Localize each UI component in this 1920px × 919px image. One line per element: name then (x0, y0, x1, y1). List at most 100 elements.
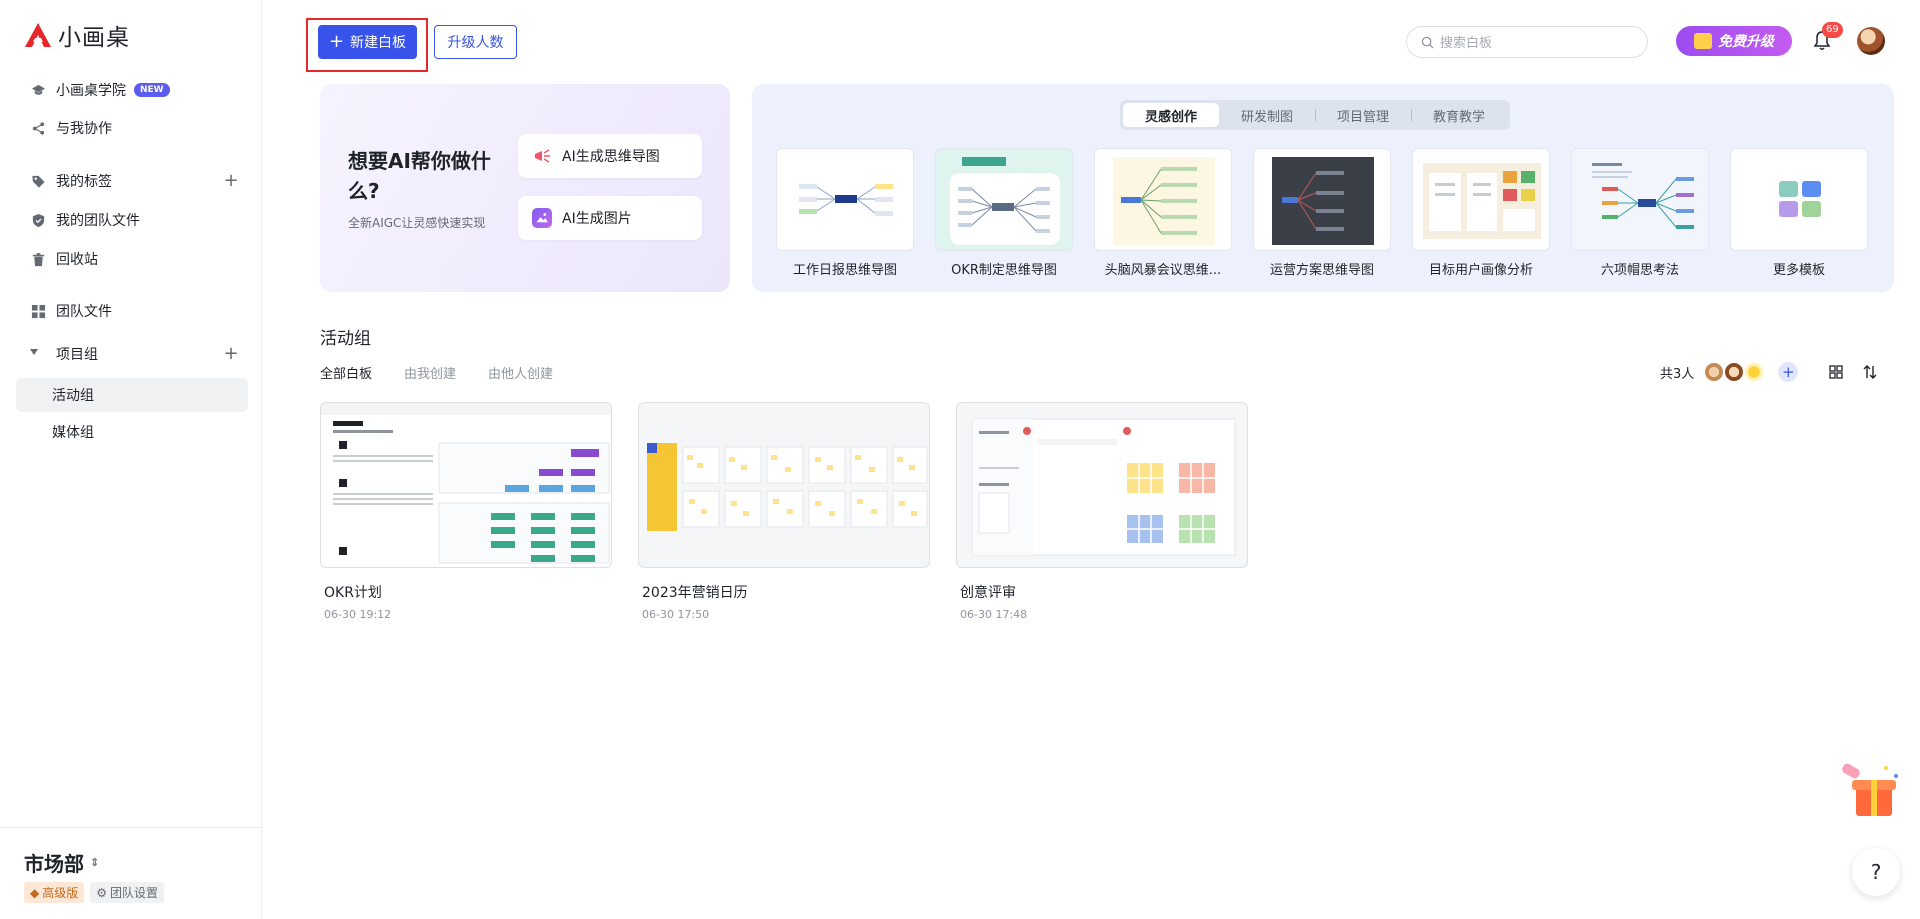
member-avatar[interactable] (1704, 362, 1725, 382)
search-box[interactable] (1406, 26, 1648, 58)
filter-created-by-others[interactable]: 由他人创建 (488, 363, 553, 382)
tab-education[interactable]: 教育教学 (1411, 103, 1507, 127)
board-card[interactable]: OKR计划 06-30 19:12 (320, 402, 612, 621)
new-board-button[interactable]: + 新建白板 (318, 25, 417, 59)
tag-icon (30, 173, 46, 189)
template-thumbnail (1412, 148, 1550, 251)
sidebar-item-project-group[interactable]: 项目组 + (16, 337, 248, 371)
template-label: 运营方案思维导图 (1269, 263, 1374, 278)
team-settings-button[interactable]: ⚙ 团队设置 (90, 882, 165, 903)
sidebar-item-team-files[interactable]: 团队文件 (16, 294, 248, 328)
logo-text: 小画桌 (58, 25, 130, 51)
template-label: OKR制定思维导图 (951, 263, 1057, 278)
template-label: 头脑风暴会议思维... (1104, 263, 1222, 278)
more-templates-icon (1779, 181, 1821, 217)
more-templates-card[interactable]: 更多模板 (1730, 148, 1868, 278)
ai-banner-title: 想要AI帮你做什么? (348, 149, 491, 203)
sidebar-item-shared[interactable]: 与我协作 (16, 111, 248, 145)
team-name[interactable]: 市场部 ⇕ (24, 848, 99, 877)
more-templates-thumbnail (1730, 148, 1868, 251)
board-date: 06-30 17:50 (642, 608, 710, 621)
filter-created-by-me[interactable]: 由我创建 (404, 363, 456, 382)
template-card[interactable]: 六项帽思考法 (1571, 148, 1709, 278)
sidebar-item-label: 我的团队文件 (56, 213, 140, 229)
board-name: 2023年营销日历 (642, 585, 748, 601)
sidebar: 小画桌 小画桌学院 NEW 与我协作 我的标签 + 我的团队文件 回收站 团队文… (0, 0, 262, 919)
caret-down-icon[interactable] (30, 349, 38, 355)
tab-rd-diagram[interactable]: 研发制图 (1219, 103, 1315, 127)
add-member-button[interactable]: + (1778, 362, 1799, 382)
board-thumbnail (320, 402, 612, 568)
board-card[interactable]: 2023年营销日历 06-30 17:50 (638, 402, 930, 621)
upgrade-seats-button[interactable]: 升级人数 (434, 25, 517, 59)
board-date: 06-30 19:12 (324, 608, 392, 621)
board-name: 创意评审 (960, 585, 1016, 601)
free-upgrade-label: 免费升级 (1718, 34, 1774, 50)
template-card[interactable]: 工作日报思维导图 (776, 148, 914, 278)
ai-image-button[interactable]: AI生成图片 (518, 196, 702, 240)
sidebar-item-trash[interactable]: 回收站 (16, 242, 248, 276)
sidebar-item-label: 回收站 (56, 252, 98, 268)
team-tags: ◆ 高级版 ⚙ 团队设置 (24, 882, 165, 903)
sidebar-item-tags[interactable]: 我的标签 + (16, 164, 248, 198)
team-switcher: 市场部 ⇕ ◆ 高级版 ⚙ 团队设置 (0, 827, 262, 919)
search-icon (1421, 36, 1434, 49)
template-card[interactable]: OKR制定思维导图 (935, 148, 1073, 278)
gift-box-icon[interactable] (1836, 762, 1906, 822)
image-icon (532, 208, 552, 228)
tab-inspiration[interactable]: 灵感创作 (1123, 103, 1220, 127)
template-label: 更多模板 (1772, 263, 1825, 278)
ai-image-label: AI生成图片 (562, 211, 632, 227)
gift-icon (1694, 33, 1712, 49)
ai-mindmap-button[interactable]: AI生成思维导图 (518, 134, 702, 178)
sidebar-item-team-files-mine[interactable]: 我的团队文件 (16, 203, 248, 237)
sidebar-item-label: 团队文件 (56, 304, 112, 320)
sidebar-item-activity-group[interactable]: 活动组 (16, 378, 248, 412)
free-upgrade-button[interactable]: 免费升级 (1676, 26, 1792, 56)
search-input[interactable] (1440, 34, 1620, 50)
diamond-icon: ◆ (30, 885, 40, 900)
board-thumbnail (956, 402, 1248, 568)
app-root: 小画桌 小画桌学院 NEW 与我协作 我的标签 + 我的团队文件 回收站 团队文… (0, 0, 1920, 919)
add-group-button[interactable]: + (222, 345, 240, 363)
sidebar-item-label: 活动组 (52, 388, 94, 404)
sidebar-item-label: 媒体组 (52, 425, 94, 441)
grid-view-icon[interactable] (1828, 364, 1844, 380)
template-panel: 灵感创作 研发制图 项目管理 教育教学 工作日报思维导图 OKR制定思维导图 头… (752, 84, 1894, 292)
template-card[interactable]: 目标用户画像分析 (1412, 148, 1550, 278)
gear-icon: ⚙ (96, 885, 108, 900)
ai-mindmap-label: AI生成思维导图 (562, 149, 660, 165)
template-thumbnail (1094, 148, 1232, 251)
sort-icon[interactable] (1862, 364, 1878, 380)
help-button[interactable]: ? (1852, 848, 1900, 896)
logo[interactable]: 小画桌 (24, 18, 130, 52)
sidebar-item-academy[interactable]: 小画桌学院 NEW (16, 73, 248, 107)
team-name-text: 市场部 (24, 852, 84, 876)
sidebar-item-label: 小画桌学院 (56, 83, 126, 99)
template-label: 工作日报思维导图 (792, 263, 897, 278)
template-card[interactable]: 运营方案思维导图 (1253, 148, 1391, 278)
trash-icon (30, 251, 46, 267)
template-tabs: 灵感创作 研发制图 项目管理 教育教学 (1120, 100, 1511, 130)
sidebar-item-media-group[interactable]: 媒体组 (16, 415, 248, 449)
member-avatar[interactable] (1744, 362, 1765, 382)
template-card[interactable]: 头脑风暴会议思维... (1094, 148, 1232, 278)
new-board-label: 新建白板 (350, 35, 407, 51)
ai-banner: 想要AI帮你做什么? 全新AIGC让灵感快速实现 AI生成思维导图 AI生成图片 (320, 84, 730, 292)
shield-icon (30, 212, 46, 228)
sidebar-item-label: 我的标签 (56, 174, 112, 190)
plan-badge[interactable]: ◆ 高级版 (24, 882, 85, 903)
board-card[interactable]: 创意评审 06-30 17:48 (956, 402, 1248, 621)
member-avatar[interactable] (1724, 362, 1745, 382)
board-filter-tabs: 全部白板 由我创建 由他人创建 (320, 363, 553, 382)
member-count: 共3人 (1660, 366, 1695, 382)
megaphone-icon (532, 146, 552, 166)
member-list[interactable]: 共3人 + (1660, 362, 1799, 382)
add-tag-button[interactable]: + (222, 172, 240, 190)
user-avatar[interactable] (1857, 27, 1885, 55)
template-thumbnail (1253, 148, 1391, 251)
tab-project-mgmt[interactable]: 项目管理 (1315, 103, 1411, 127)
filter-all[interactable]: 全部白板 (320, 363, 372, 382)
grid-icon (30, 303, 46, 319)
plan-badge-label: 高级版 (42, 886, 79, 900)
